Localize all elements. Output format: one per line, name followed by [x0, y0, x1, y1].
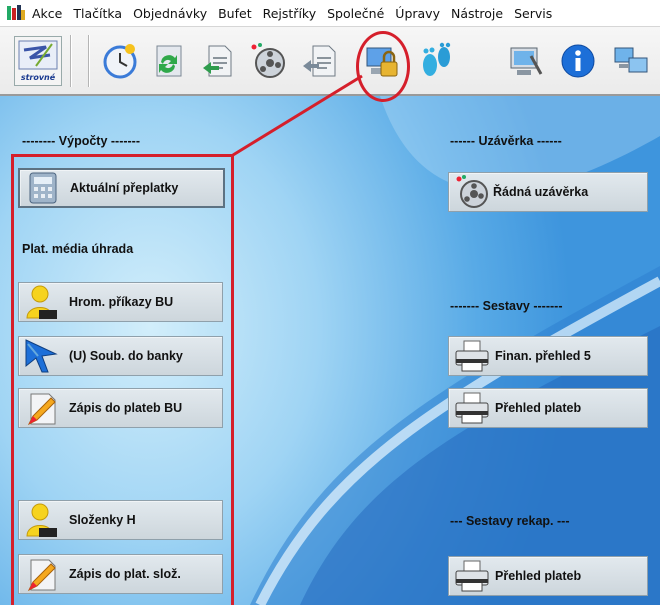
- printer-icon: [453, 558, 491, 594]
- pencil-document-icon: [23, 390, 61, 426]
- menu-servis[interactable]: Servis: [514, 6, 552, 21]
- printer-icon: [453, 390, 491, 426]
- section-label-sestavy: ------- Sestavy -------: [450, 299, 563, 313]
- zapis-plat-sloz-button[interactable]: Zápis do plat. slož.: [18, 554, 223, 594]
- button-label: Hrom. příkazy BU: [69, 295, 174, 309]
- finan-prehled-button[interactable]: Finan. přehled 5: [448, 336, 648, 376]
- hrom-prikazy-button[interactable]: Hrom. příkazy BU: [18, 282, 223, 322]
- menu-tlacitka[interactable]: Tlačítka: [73, 6, 122, 21]
- button-label: Přehled plateb: [495, 569, 582, 583]
- menu-upravy[interactable]: Úpravy: [395, 6, 440, 21]
- document-import-icon: [203, 45, 232, 77]
- button-label: Přehled plateb: [495, 401, 582, 415]
- menu-spolecne[interactable]: Společné: [327, 6, 384, 21]
- menu-objednavky[interactable]: Objednávky: [133, 6, 207, 21]
- zapis-plateb-bu-button[interactable]: Zápis do plateb BU: [18, 388, 223, 428]
- menu-bar: Akce Tlačítka Objednávky Bufet Rejstříky…: [0, 0, 660, 26]
- document-arrow-button[interactable]: [298, 39, 342, 83]
- section-label-plat-media: Plat. média úhrada: [22, 242, 134, 256]
- printer-icon: [453, 338, 491, 374]
- cursor-arrow-icon: [23, 338, 61, 374]
- document-import-button[interactable]: [196, 39, 240, 83]
- button-label: Zápis do plat. slož.: [69, 567, 181, 581]
- app-menu-icon[interactable]: [6, 4, 26, 22]
- computer-tools-button[interactable]: [504, 39, 548, 83]
- info-icon: [561, 44, 595, 78]
- recycle-list-icon: [156, 45, 182, 77]
- section-label-uzaverka: ------ Uzávěrka ------: [450, 134, 562, 148]
- document-arrow-icon: [303, 45, 336, 77]
- computer-tools-icon: [510, 47, 543, 75]
- user-icon: [23, 502, 61, 538]
- lock-computer-icon: [366, 47, 398, 77]
- svg-text:strovné: strovné: [21, 72, 56, 82]
- lock-computer-button[interactable]: [360, 39, 404, 83]
- toolbar-separator: [88, 35, 90, 87]
- button-label: Složenky H: [69, 513, 136, 527]
- pencil-document-icon: [23, 556, 61, 592]
- toolbar-separator: [70, 35, 72, 87]
- aktualni-preplatky-button[interactable]: Aktuální přeplatky: [18, 168, 225, 208]
- clock-refresh-button[interactable]: [98, 39, 142, 83]
- soub-do-banky-button[interactable]: (U) Soub. do banky: [18, 336, 223, 376]
- footprints-icon: [423, 42, 451, 76]
- strovne-logo-icon: strovné: [18, 40, 58, 82]
- button-label: Zápis do plateb BU: [69, 401, 183, 415]
- user-icon: [23, 284, 61, 320]
- main-panel: -------- Výpočty ------- Aktuální přepla…: [0, 96, 660, 605]
- film-reel-icon: [251, 43, 285, 78]
- menu-akce[interactable]: Akce: [32, 6, 62, 21]
- recycle-list-button[interactable]: [146, 39, 190, 83]
- film-reel-icon: [453, 174, 491, 210]
- info-button[interactable]: [556, 39, 600, 83]
- menu-rejstriky[interactable]: Rejstříky: [263, 6, 317, 21]
- toolbar: strovné: [0, 26, 660, 96]
- footprints-button[interactable]: [414, 39, 458, 83]
- prehled-plateb-rekap-button[interactable]: Přehled plateb: [448, 556, 648, 596]
- computers-network-button[interactable]: [610, 39, 654, 83]
- computers-network-icon: [614, 47, 648, 73]
- button-label: Finan. přehled 5: [495, 349, 591, 363]
- button-label: (U) Soub. do banky: [69, 349, 183, 363]
- radna-uzaverka-button[interactable]: Řádná uzávěrka: [448, 172, 648, 212]
- calculator-icon: [24, 170, 62, 206]
- slozenky-h-button[interactable]: Složenky H: [18, 500, 223, 540]
- strovne-logo-button[interactable]: strovné: [14, 36, 62, 86]
- menu-nastroje[interactable]: Nástroje: [451, 6, 503, 21]
- menu-bufet[interactable]: Bufet: [218, 6, 252, 21]
- section-label-sestavy-rekap: --- Sestavy rekap. ---: [450, 514, 570, 528]
- prehled-plateb-button[interactable]: Přehled plateb: [448, 388, 648, 428]
- film-reel-button[interactable]: [246, 39, 290, 83]
- section-label-vypocty: -------- Výpočty -------: [22, 134, 141, 148]
- clock-refresh-icon: [103, 44, 137, 79]
- button-label: Řádná uzávěrka: [493, 185, 589, 199]
- button-label: Aktuální přeplatky: [70, 181, 179, 195]
